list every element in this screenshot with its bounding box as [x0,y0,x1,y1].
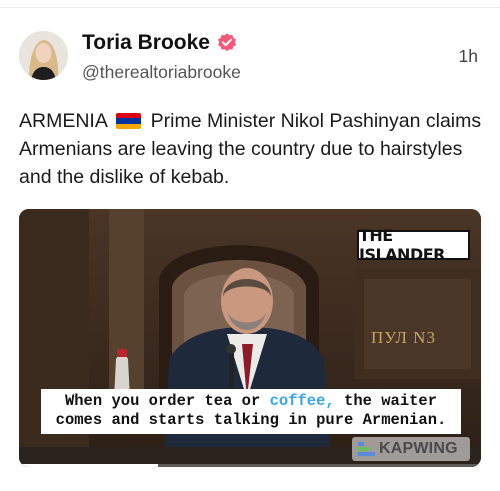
kapwing-logo-icon [358,442,375,456]
armenia-flag-icon [116,113,142,129]
video-player[interactable]: THE ISLANDER ПУЛ N3 When you order tea o… [19,209,481,467]
caption-highlight: coffee, [269,392,335,410]
author-name-row: Toria Brooke [82,31,238,55]
verified-badge-icon [217,33,236,52]
kapwing-watermark: KAPWING [352,437,470,461]
post-text-lead: ARMENIA [19,110,107,132]
kapwing-label: KAPWING [379,440,458,457]
video-progress-fill [19,464,158,467]
post-text: ARMENIA Prime Minister Nikol Pashinyan c… [19,107,484,191]
post-timestamp: 1h [458,46,478,66]
caption-part-1: When you order tea or [64,392,270,410]
video-caption: When you order tea or coffee, the waiter… [41,389,461,434]
avatar-image [19,31,68,80]
channel-badge: THE ISLANDER [357,226,470,264]
author-avatar[interactable] [19,31,68,80]
author-display-name[interactable]: Toria Brooke [82,31,210,55]
top-divider [0,0,500,8]
desk-sign: ПУЛ N3 [371,328,436,347]
author-handle[interactable]: @therealtoriabrooke [82,61,241,83]
video-progress-bar[interactable] [19,464,481,467]
